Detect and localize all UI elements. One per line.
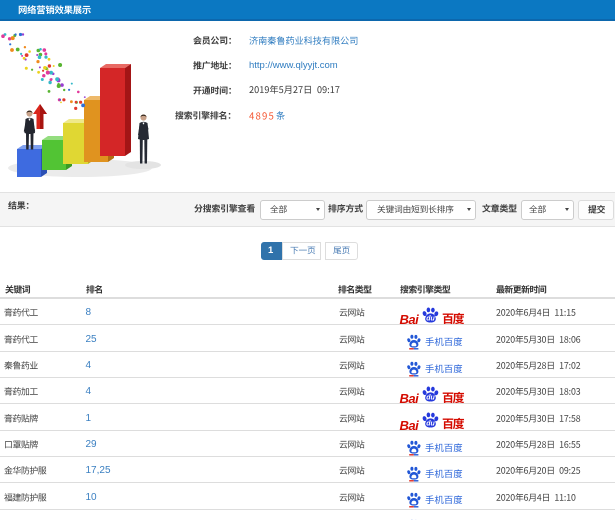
svg-text:du: du xyxy=(426,315,435,322)
svg-text:du: du xyxy=(426,394,435,401)
svg-text:du: du xyxy=(426,421,435,428)
